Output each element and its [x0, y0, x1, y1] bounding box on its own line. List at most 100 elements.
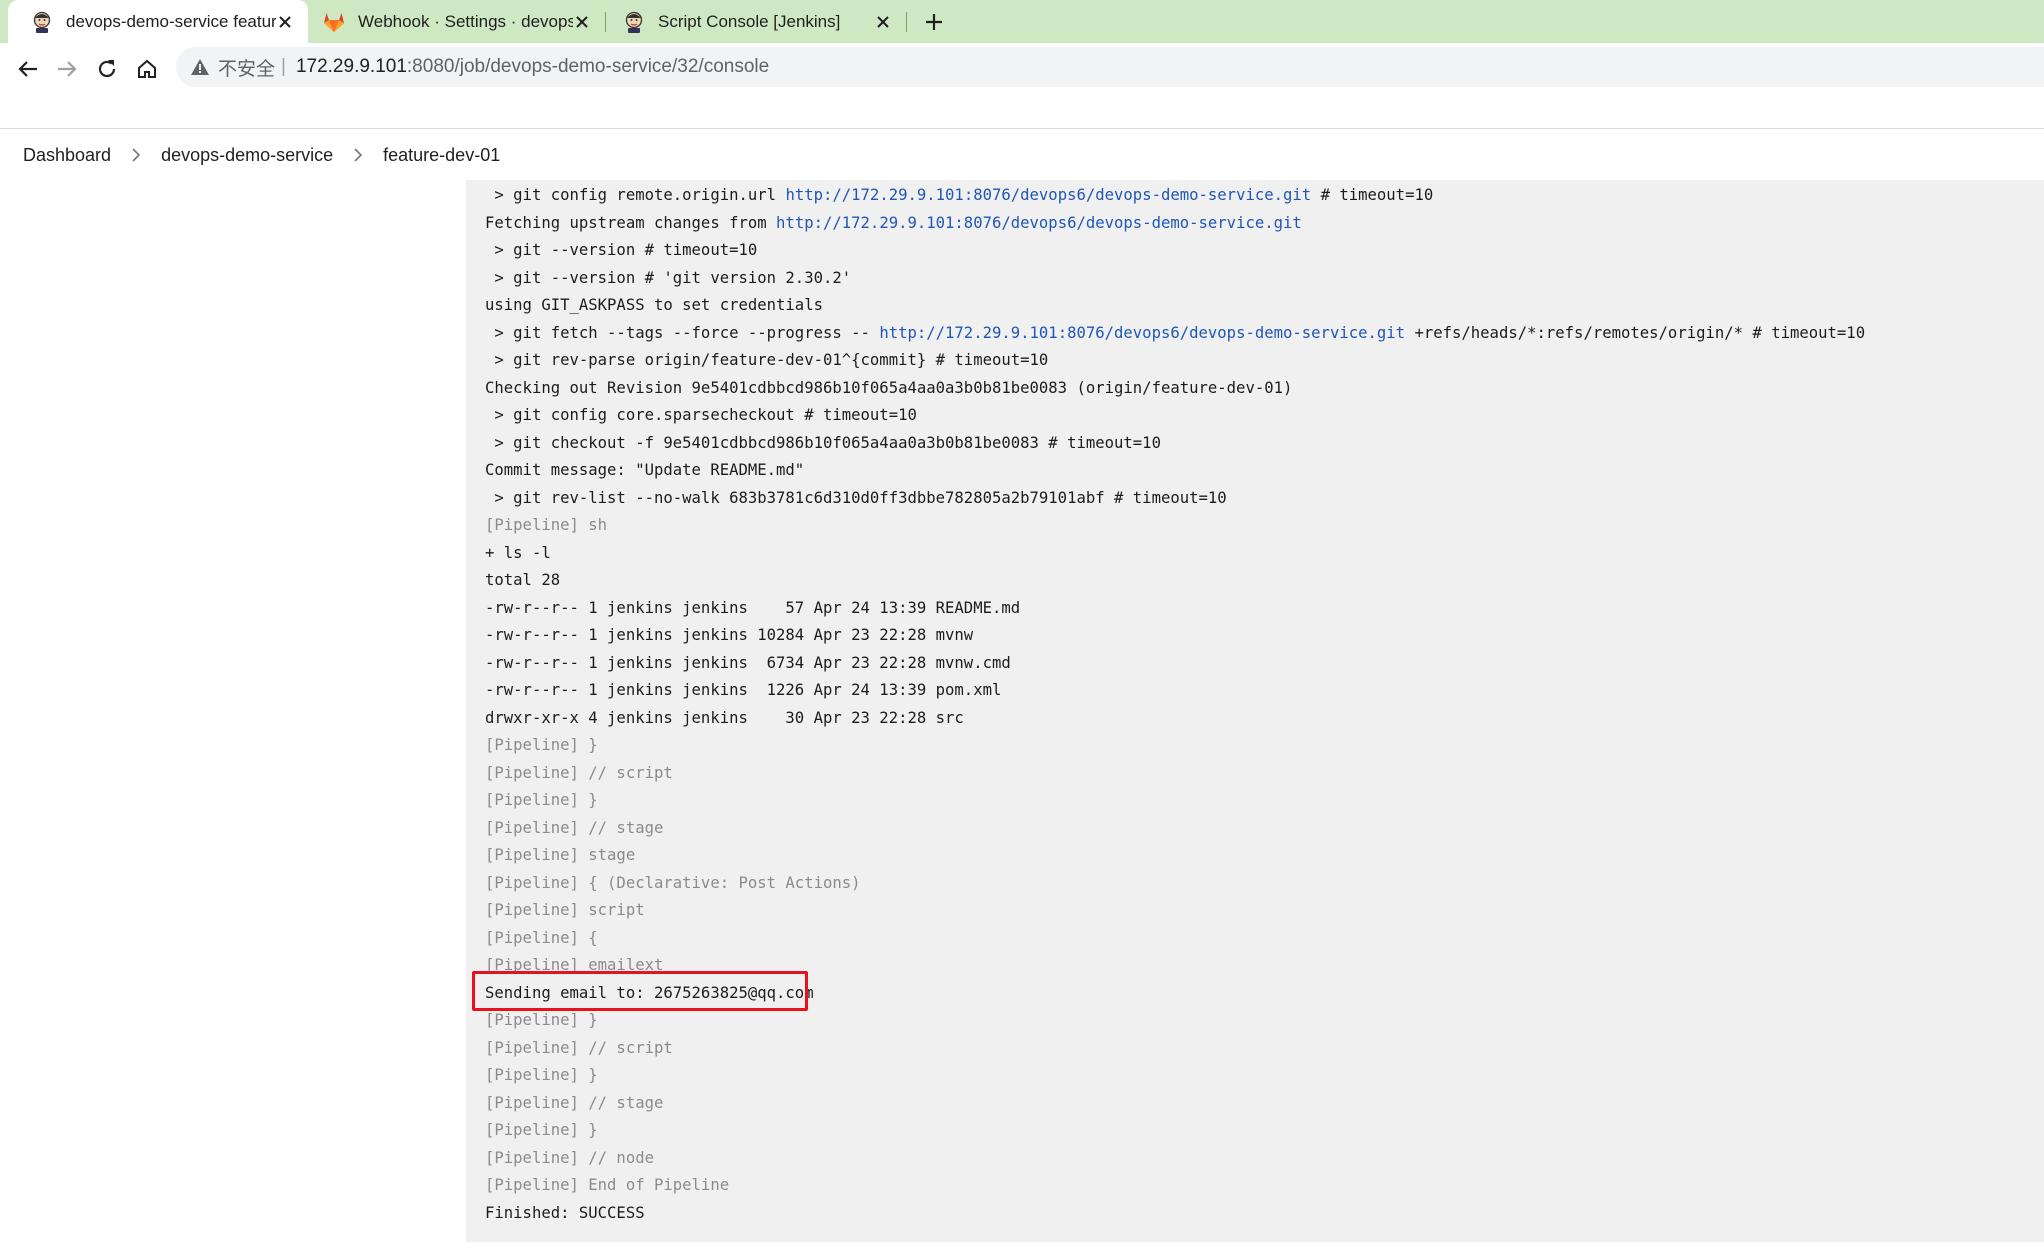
console-text: [Pipeline] End of Pipeline	[485, 1176, 730, 1194]
console-text: [Pipeline] // node	[485, 1148, 654, 1167]
console-text: -rw-r--r-- 1 jenkins jenkins 6734 Apr 23…	[485, 653, 1011, 672]
reload-icon	[98, 60, 116, 78]
forward-button[interactable]	[51, 53, 83, 85]
console-text: [Pipeline] // stage	[485, 818, 664, 837]
console-text: drwxr-xr-x 4 jenkins jenkins 30 Apr 23 2…	[485, 708, 964, 727]
close-icon[interactable]	[573, 13, 591, 31]
breadcrumb-dashboard[interactable]: Dashboard	[23, 145, 111, 166]
console-text: -rw-r--r-- 1 jenkins jenkins 57 Apr 24 1…	[485, 598, 1021, 617]
home-icon	[138, 59, 156, 78]
arrow-right-icon	[58, 61, 77, 77]
console-text: > git rev-parse origin/feature-dev-01^{c…	[485, 351, 1049, 369]
console-text: [Pipeline] }	[485, 791, 598, 809]
console-line: [Pipeline] script	[485, 897, 2044, 925]
console-line: [Pipeline] // script	[485, 760, 2044, 788]
console-line: > git checkout -f 9e5401cdbbcd986b10f065…	[485, 430, 2044, 458]
console-text: [Pipeline] }	[485, 1011, 598, 1029]
console-text: [Pipeline] sh	[485, 516, 608, 534]
console-line: Fetching upstream changes from http://17…	[485, 210, 2044, 238]
back-button[interactable]	[12, 53, 44, 85]
console-line: [Pipeline] }	[485, 732, 2044, 760]
console-text: [Pipeline] // script	[485, 1038, 673, 1057]
browser-toolbar: 不安全 | 172.29.9.101 :8080/job/devops-demo…	[0, 43, 2044, 129]
console-link[interactable]: http://172.29.9.101:8076/devops6/devops-…	[776, 214, 1302, 232]
reload-button[interactable]	[91, 53, 123, 85]
console-line: > git --version # timeout=10	[485, 237, 2044, 265]
console-line: [Pipeline] // stage	[485, 815, 2044, 843]
console-text: # timeout=10	[1311, 186, 1434, 204]
console-line: > git config core.sparsecheckout # timeo…	[485, 402, 2044, 430]
gitlab-icon	[324, 12, 344, 32]
console-line: [Pipeline] {	[485, 925, 2044, 953]
divider: |	[281, 56, 286, 77]
console-text: [Pipeline] }	[485, 1121, 598, 1139]
console-text: Commit message: "Update README.md"	[485, 461, 805, 479]
console-text: -rw-r--r-- 1 jenkins jenkins 10284 Apr 2…	[485, 626, 974, 644]
close-icon[interactable]	[276, 13, 294, 31]
console-line: -rw-r--r-- 1 jenkins jenkins 10284 Apr 2…	[485, 622, 2044, 650]
console-line: > git fetch --tags --force --progress --…	[485, 320, 2044, 348]
console-text: [Pipeline] stage	[485, 846, 636, 864]
jenkins-icon	[625, 11, 643, 33]
console-line: -rw-r--r-- 1 jenkins jenkins 57 Apr 24 1…	[485, 595, 2044, 623]
console-text: [Pipeline] // stage	[485, 1093, 664, 1112]
tab-title: Webhook · Settings · devops6	[358, 11, 573, 31]
url-path: :8080/job/devops-demo-service/32/console	[406, 56, 770, 77]
console-text: [Pipeline] { (Declarative: Post Actions)	[485, 873, 861, 892]
console-text: [Pipeline] }	[485, 1066, 598, 1084]
security-label: 不安全	[218, 58, 276, 80]
chevron-right-icon	[351, 148, 365, 162]
console-text: [Pipeline] script	[485, 901, 645, 919]
console-text: using GIT_ASKPASS to set credentials	[485, 296, 823, 314]
console-output: > git config remote.origin.url http://17…	[466, 180, 2044, 1242]
arrow-left-icon	[18, 61, 37, 77]
console-text: > git config remote.origin.url	[485, 186, 786, 204]
console-text: [Pipeline] }	[485, 736, 598, 754]
console-text: Fetching upstream changes from	[485, 213, 777, 232]
console-text: total 28	[485, 571, 561, 589]
jenkins-icon	[33, 11, 51, 33]
console-line: [Pipeline] }	[485, 1007, 2044, 1035]
tab-title: devops-demo-service feature-	[66, 11, 276, 31]
tab-strip: devops-demo-service feature- Webhook · S…	[0, 0, 2044, 43]
console-line: [Pipeline] End of Pipeline	[485, 1172, 2044, 1200]
console-link[interactable]: http://172.29.9.101:8076/devops6/devops-…	[879, 324, 1405, 342]
console-line: [Pipeline] // node	[485, 1145, 2044, 1173]
console-line: [Pipeline] }	[485, 1062, 2044, 1090]
console-text: > git config core.sparsecheckout # timeo…	[485, 406, 917, 424]
console-line: [Pipeline] // stage	[485, 1090, 2044, 1118]
console-line: Commit message: "Update README.md"	[485, 457, 2044, 485]
console-text: > git checkout -f 9e5401cdbbcd986b10f065…	[485, 433, 1161, 452]
new-tab-button[interactable]	[918, 8, 950, 36]
home-button[interactable]	[131, 53, 163, 85]
console-line: > git rev-list --no-walk 683b3781c6d310d…	[485, 485, 2044, 513]
console-text: [Pipeline] {	[485, 928, 598, 947]
console-text: Finished: SUCCESS	[485, 1203, 645, 1222]
console-line: Finished: SUCCESS	[485, 1200, 2044, 1228]
chevron-right-icon	[129, 148, 143, 162]
console-line: -rw-r--r-- 1 jenkins jenkins 6734 Apr 23…	[485, 650, 2044, 678]
console-line: > git config remote.origin.url http://17…	[485, 182, 2044, 210]
console-line: [Pipeline] }	[485, 787, 2044, 815]
console-line: -rw-r--r-- 1 jenkins jenkins 1226 Apr 24…	[485, 677, 2044, 705]
console-link[interactable]: http://172.29.9.101:8076/devops6/devops-…	[785, 186, 1311, 204]
console-text: + ls -l	[485, 543, 551, 562]
close-icon[interactable]	[874, 13, 892, 31]
url-host: 172.29.9.101	[295, 56, 407, 77]
warning-icon	[191, 59, 209, 75]
console-line: > git rev-parse origin/feature-dev-01^{c…	[485, 347, 2044, 375]
tab-jenkins-console[interactable]: devops-demo-service feature-	[8, 0, 308, 43]
console-text: > git rev-list --no-walk 683b3781c6d310d…	[485, 488, 1227, 507]
console-line: [Pipeline] sh	[485, 512, 2044, 540]
console-text: [Pipeline] // script	[485, 763, 673, 782]
breadcrumb-job[interactable]: devops-demo-service	[161, 145, 333, 166]
address-bar[interactable]: 不安全 | 172.29.9.101 :8080/job/devops-demo…	[176, 47, 2044, 87]
breadcrumb-branch[interactable]: feature-dev-01	[383, 145, 500, 166]
console-line: > git --version # 'git version 2.30.2'	[485, 265, 2044, 293]
tab-gitlab-webhook[interactable]: Webhook · Settings · devops6	[308, 0, 605, 43]
console-line: total 28	[485, 567, 2044, 595]
console-line: + ls -l	[485, 540, 2044, 568]
tab-script-console[interactable]: Script Console [Jenkins]	[606, 0, 906, 43]
console-text: > git --version # 'git version 2.30.2'	[485, 268, 852, 287]
console-line: Checking out Revision 9e5401cdbbcd986b10…	[485, 375, 2044, 403]
